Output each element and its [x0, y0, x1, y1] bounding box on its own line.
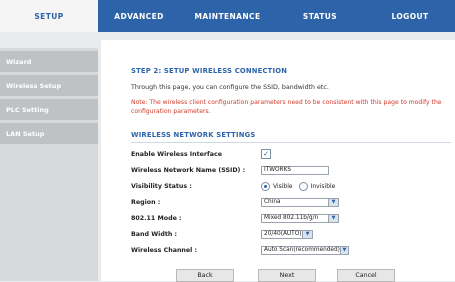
check-icon: ✓ [263, 150, 269, 158]
back-button[interactable]: Back [176, 269, 234, 282]
chevron-down-icon: ▼ [328, 214, 338, 222]
chevron-down-icon: ▼ [339, 246, 348, 254]
channel-value: Auto Scan(recommended) [264, 247, 340, 253]
bandwidth-label: Band Width : [131, 230, 178, 238]
enable-wireless-label: Enable Wireless Interface [131, 150, 222, 158]
region-select[interactable]: China ▼ [261, 197, 339, 207]
tab-maintenance[interactable]: MAINTENANCE [180, 0, 275, 32]
sidebar-item-lan-setup[interactable]: LAN Setup [0, 123, 98, 144]
invisible-radio[interactable] [298, 181, 308, 191]
visibility-label: Visibility Status : [131, 182, 192, 190]
page-description: Through this page, you can configure the… [131, 84, 329, 91]
bandwidth-row: Band Width : 20/40(AUTO) ▼ [131, 228, 451, 240]
sidebar-item-plc-setting[interactable]: PLC Setting [0, 99, 98, 120]
enable-wireless-checkbox[interactable]: ✓ [261, 149, 271, 159]
section-title: WIRELESS NETWORK SETTINGS [131, 131, 256, 139]
tab-advanced[interactable]: ADVANCED [98, 0, 180, 32]
tab-setup[interactable]: SETUP [0, 0, 98, 32]
visibility-row: Visibility Status : Visible Invisible [131, 180, 451, 192]
main-content: STEP 2: SETUP WIRELESS CONNECTION Throug… [101, 40, 455, 282]
tab-status[interactable]: STATUS [275, 0, 365, 32]
sidebar: Wizard Wireless Setup PLC Setting LAN Se… [0, 48, 98, 281]
bandwidth-select[interactable]: 20/40(AUTO) ▼ [261, 229, 313, 239]
mode-select[interactable]: Mixed 802.11b/g/n ▼ [261, 213, 339, 223]
top-navigation: SETUP ADVANCED MAINTENANCE STATUS LOGOUT [0, 0, 455, 32]
channel-select[interactable]: Auto Scan(recommended) ▼ [261, 245, 349, 255]
channel-label: Wireless Channel : [131, 246, 198, 254]
step-title: STEP 2: SETUP WIRELESS CONNECTION [131, 67, 288, 75]
channel-row: Wireless Channel : Auto Scan(recommended… [131, 244, 451, 256]
mode-row: 802.11 Mode : Mixed 802.11b/g/n ▼ [131, 212, 451, 224]
region-row: Region : China ▼ [131, 196, 451, 208]
cancel-button[interactable]: Cancel [337, 269, 395, 282]
ssid-row: Wireless Network Name (SSID) : ITWORKS [131, 164, 451, 176]
ssid-input[interactable]: ITWORKS [261, 165, 329, 175]
sidebar-item-wizard[interactable]: Wizard [0, 51, 98, 72]
section-divider [131, 142, 451, 143]
region-label: Region : [131, 198, 161, 206]
chevron-down-icon: ▼ [328, 198, 338, 206]
mode-value: Mixed 802.11b/g/n [264, 215, 319, 221]
tab-logout[interactable]: LOGOUT [365, 0, 455, 32]
ssid-label: Wireless Network Name (SSID) : [131, 166, 246, 174]
next-button[interactable]: Next [258, 269, 316, 282]
configuration-note: Note: The wireless client configuration … [131, 99, 442, 115]
visible-radio[interactable] [261, 181, 270, 191]
region-value: China [264, 199, 281, 205]
bandwidth-value: 20/40(AUTO) [264, 231, 302, 237]
chevron-down-icon: ▼ [302, 230, 312, 238]
visible-radio-label: Visible [273, 182, 293, 190]
enable-wireless-row: Enable Wireless Interface ✓ [131, 148, 451, 160]
invisible-radio-label: Invisible [310, 182, 336, 190]
mode-label: 802.11 Mode : [131, 214, 182, 222]
sidebar-item-wireless-setup[interactable]: Wireless Setup [0, 75, 98, 96]
